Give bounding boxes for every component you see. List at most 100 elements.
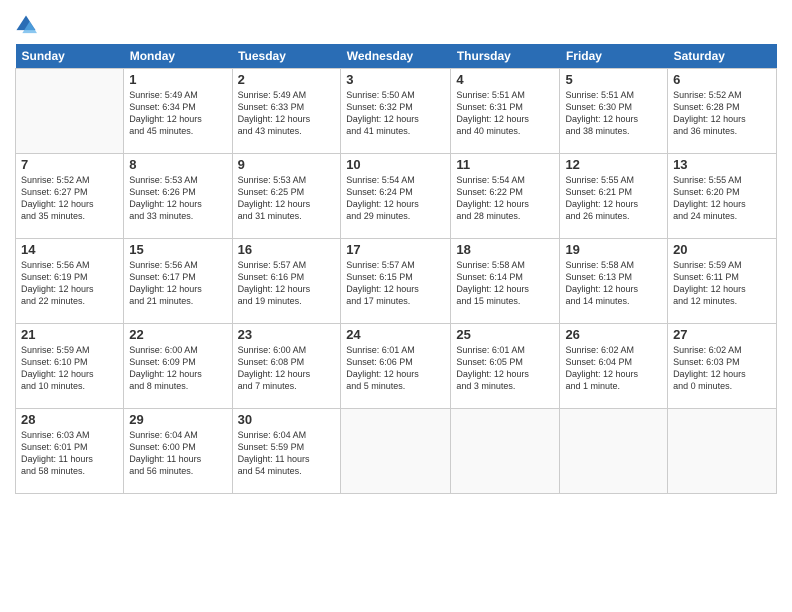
logo xyxy=(15,14,39,36)
day-cell-20: 20 Sunrise: 5:59 AM Sunset: 6:11 PM Dayli… xyxy=(668,239,777,324)
cell-info: Sunrise: 5:51 AM Sunset: 6:30 PM Dayligh… xyxy=(565,89,662,138)
day-number: 14 xyxy=(21,242,118,257)
day-number: 19 xyxy=(565,242,662,257)
logo-icon xyxy=(15,14,37,36)
cell-info: Sunrise: 5:59 AM Sunset: 6:10 PM Dayligh… xyxy=(21,344,118,393)
day-cell-6: 6 Sunrise: 5:52 AM Sunset: 6:28 PM Daylig… xyxy=(668,69,777,154)
day-cell-7: 7 Sunrise: 5:52 AM Sunset: 6:27 PM Daylig… xyxy=(16,154,124,239)
cell-info: Sunrise: 5:54 AM Sunset: 6:24 PM Dayligh… xyxy=(346,174,445,223)
cell-info: Sunrise: 5:57 AM Sunset: 6:16 PM Dayligh… xyxy=(238,259,336,308)
cell-info: Sunrise: 6:01 AM Sunset: 6:06 PM Dayligh… xyxy=(346,344,445,393)
day-cell-19: 19Sunrise: 5:58 AM Sunset: 6:13 PM Dayli… xyxy=(560,239,668,324)
day-header-wednesday: Wednesday xyxy=(341,44,451,69)
cell-info: Sunrise: 5:56 AM Sunset: 6:19 PM Dayligh… xyxy=(21,259,118,308)
cell-info: Sunrise: 5:56 AM Sunset: 6:17 PM Dayligh… xyxy=(129,259,226,308)
cell-info: Sunrise: 5:49 AM Sunset: 6:34 PM Dayligh… xyxy=(129,89,226,138)
cell-info: Sunrise: 5:54 AM Sunset: 6:22 PM Dayligh… xyxy=(456,174,554,223)
day-cell-13: 13 Sunrise: 5:55 AM Sunset: 6:20 PM Dayli… xyxy=(668,154,777,239)
day-number: 21 xyxy=(21,327,118,342)
cell-info: Sunrise: 5:55 AM Sunset: 6:20 PM Dayligh… xyxy=(673,174,771,223)
day-number: 22 xyxy=(129,327,226,342)
day-header-sunday: Sunday xyxy=(16,44,124,69)
day-cell-15: 15 Sunrise: 5:56 AM Sunset: 6:17 PM Dayli… xyxy=(124,239,232,324)
cell-info: Sunrise: 5:53 AM Sunset: 6:25 PM Dayligh… xyxy=(238,174,336,223)
day-cell-5: 5 Sunrise: 5:51 AM Sunset: 6:30 PM Daylig… xyxy=(560,69,668,154)
day-number: 25 xyxy=(456,327,554,342)
empty-cell xyxy=(341,409,451,494)
cell-info: Sunrise: 5:59 AM Sunset: 6:11 PM Dayligh… xyxy=(673,259,771,308)
cell-info: Sunrise: 6:01 AM Sunset: 6:05 PM Dayligh… xyxy=(456,344,554,393)
day-number: 23 xyxy=(238,327,336,342)
cell-info: Sunrise: 5:50 AM Sunset: 6:32 PM Dayligh… xyxy=(346,89,445,138)
day-number: 28 xyxy=(21,412,118,427)
empty-cell xyxy=(560,409,668,494)
cell-info: Sunrise: 5:57 AM Sunset: 6:15 PM Dayligh… xyxy=(346,259,445,308)
day-number: 13 xyxy=(673,157,771,172)
cell-info: Sunrise: 5:52 AM Sunset: 6:27 PM Dayligh… xyxy=(21,174,118,223)
day-number: 9 xyxy=(238,157,336,172)
calendar-container: SundayMondayTuesdayWednesdayThursdayFrid… xyxy=(0,0,792,612)
day-number: 10 xyxy=(346,157,445,172)
empty-cell xyxy=(668,409,777,494)
day-cell-24: 24 Sunrise: 6:01 AM Sunset: 6:06 PM Dayli… xyxy=(341,324,451,409)
day-cell-8: 8 Sunrise: 5:53 AM Sunset: 6:26 PM Daylig… xyxy=(124,154,232,239)
day-header-tuesday: Tuesday xyxy=(232,44,341,69)
empty-cell xyxy=(16,69,124,154)
cell-info: Sunrise: 6:02 AM Sunset: 6:04 PM Dayligh… xyxy=(565,344,662,393)
day-number: 16 xyxy=(238,242,336,257)
day-number: 7 xyxy=(21,157,118,172)
day-number: 29 xyxy=(129,412,226,427)
day-header-monday: Monday xyxy=(124,44,232,69)
day-cell-9: 9 Sunrise: 5:53 AM Sunset: 6:25 PM Daylig… xyxy=(232,154,341,239)
day-header-saturday: Saturday xyxy=(668,44,777,69)
day-cell-21: 21 Sunrise: 5:59 AM Sunset: 6:10 PM Dayli… xyxy=(16,324,124,409)
day-cell-27: 27 Sunrise: 6:02 AM Sunset: 6:03 PM Dayli… xyxy=(668,324,777,409)
day-number: 1 xyxy=(129,72,226,87)
day-number: 15 xyxy=(129,242,226,257)
cell-info: Sunrise: 6:00 AM Sunset: 6:09 PM Dayligh… xyxy=(129,344,226,393)
cell-info: Sunrise: 5:58 AM Sunset: 6:14 PM Dayligh… xyxy=(456,259,554,308)
day-number: 2 xyxy=(238,72,336,87)
day-header-thursday: Thursday xyxy=(451,44,560,69)
day-number: 17 xyxy=(346,242,445,257)
empty-cell xyxy=(451,409,560,494)
day-number: 5 xyxy=(565,72,662,87)
day-header-friday: Friday xyxy=(560,44,668,69)
day-cell-28: 28 Sunrise: 6:03 AM Sunset: 6:01 PM Dayli… xyxy=(16,409,124,494)
day-cell-4: 4 Sunrise: 5:51 AM Sunset: 6:31 PM Daylig… xyxy=(451,69,560,154)
day-cell-25: 25 Sunrise: 6:01 AM Sunset: 6:05 PM Dayli… xyxy=(451,324,560,409)
day-number: 26 xyxy=(565,327,662,342)
day-cell-3: 3 Sunrise: 5:50 AM Sunset: 6:32 PM Daylig… xyxy=(341,69,451,154)
day-cell-26: 26 Sunrise: 6:02 AM Sunset: 6:04 PM Dayli… xyxy=(560,324,668,409)
day-cell-23: 23 Sunrise: 6:00 AM Sunset: 6:08 PM Dayli… xyxy=(232,324,341,409)
page-header xyxy=(15,10,777,36)
day-cell-22: 22 Sunrise: 6:00 AM Sunset: 6:09 PM Dayli… xyxy=(124,324,232,409)
day-number: 24 xyxy=(346,327,445,342)
day-number: 12 xyxy=(565,157,662,172)
day-cell-18: 18Sunrise: 5:58 AM Sunset: 6:14 PM Dayli… xyxy=(451,239,560,324)
cell-info: Sunrise: 5:51 AM Sunset: 6:31 PM Dayligh… xyxy=(456,89,554,138)
day-number: 27 xyxy=(673,327,771,342)
cell-info: Sunrise: 6:03 AM Sunset: 6:01 PM Dayligh… xyxy=(21,429,118,478)
day-cell-16: 16 Sunrise: 5:57 AM Sunset: 6:16 PM Dayli… xyxy=(232,239,341,324)
day-cell-14: 14 Sunrise: 5:56 AM Sunset: 6:19 PM Dayli… xyxy=(16,239,124,324)
day-cell-29: 29 Sunrise: 6:04 AM Sunset: 6:00 PM Dayli… xyxy=(124,409,232,494)
cell-info: Sunrise: 6:04 AM Sunset: 5:59 PM Dayligh… xyxy=(238,429,336,478)
cell-info: Sunrise: 6:02 AM Sunset: 6:03 PM Dayligh… xyxy=(673,344,771,393)
cell-info: Sunrise: 5:49 AM Sunset: 6:33 PM Dayligh… xyxy=(238,89,336,138)
day-number: 20 xyxy=(673,242,771,257)
day-number: 3 xyxy=(346,72,445,87)
day-number: 30 xyxy=(238,412,336,427)
cell-info: Sunrise: 6:00 AM Sunset: 6:08 PM Dayligh… xyxy=(238,344,336,393)
day-number: 4 xyxy=(456,72,554,87)
day-cell-10: 10 Sunrise: 5:54 AM Sunset: 6:24 PM Dayli… xyxy=(341,154,451,239)
cell-info: Sunrise: 5:52 AM Sunset: 6:28 PM Dayligh… xyxy=(673,89,771,138)
cell-info: Sunrise: 6:04 AM Sunset: 6:00 PM Dayligh… xyxy=(129,429,226,478)
day-cell-30: 30 Sunrise: 6:04 AM Sunset: 5:59 PM Dayli… xyxy=(232,409,341,494)
calendar-table: SundayMondayTuesdayWednesdayThursdayFrid… xyxy=(15,44,777,494)
day-number: 8 xyxy=(129,157,226,172)
day-cell-11: 11Sunrise: 5:54 AM Sunset: 6:22 PM Dayli… xyxy=(451,154,560,239)
cell-info: Sunrise: 5:55 AM Sunset: 6:21 PM Dayligh… xyxy=(565,174,662,223)
day-number: 6 xyxy=(673,72,771,87)
cell-info: Sunrise: 5:53 AM Sunset: 6:26 PM Dayligh… xyxy=(129,174,226,223)
